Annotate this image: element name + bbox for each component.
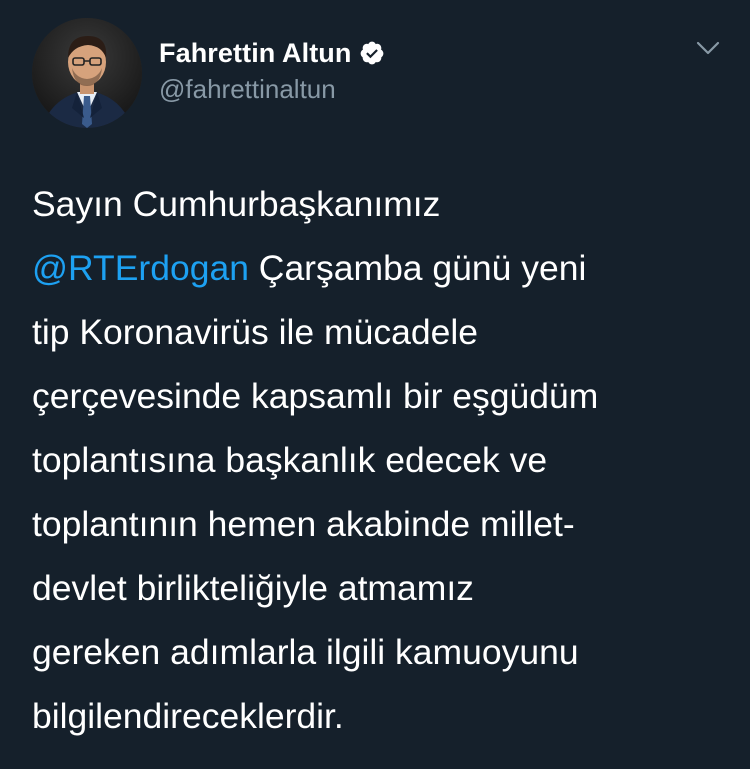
- tweet-line-8: gereken adımlarla ilgili kamuoyunu: [32, 632, 579, 672]
- tweet-line-3: tip Koronavirüs ile mücadele: [32, 312, 478, 352]
- avatar[interactable]: [32, 18, 142, 128]
- tweet-line-2-rest: Çarşamba günü yeni: [248, 248, 587, 288]
- chevron-down-icon[interactable]: [696, 40, 720, 56]
- profile-photo-icon: [32, 18, 142, 128]
- display-name-row: Fahrettin Altun: [159, 36, 385, 70]
- tweet-line-5: toplantısına başkanlık edecek ve: [32, 440, 548, 480]
- author-names: Fahrettin Altun @fahrettinaltun: [159, 36, 385, 105]
- tweet-line-4: çerçevesinde kapsamlı bir eşgüdüm: [32, 376, 599, 416]
- tweet-line-2: @RTErdogan Çarşamba günü yeni: [32, 236, 732, 300]
- mention-link[interactable]: @RTErdogan: [32, 248, 249, 288]
- tweet-line-6: toplantının hemen akabinde millet-: [32, 504, 575, 544]
- display-name[interactable]: Fahrettin Altun: [159, 38, 351, 69]
- tweet-line-7: devlet birlikteliğiyle atmamız: [32, 568, 474, 608]
- tweet-text: Sayın Cumhurbaşkanımız @RTErdogan Çarşam…: [32, 172, 732, 748]
- handle[interactable]: @fahrettinaltun: [159, 74, 385, 105]
- tweet-card: Fahrettin Altun @fahrettinaltun Sayın Cu…: [0, 0, 750, 769]
- tweet-header: Fahrettin Altun @fahrettinaltun: [32, 18, 722, 128]
- tweet-line-1: Sayın Cumhurbaşkanımız: [32, 184, 441, 224]
- verified-badge-icon: [359, 40, 385, 66]
- tweet-line-9: bilgilendireceklerdir.: [32, 696, 344, 736]
